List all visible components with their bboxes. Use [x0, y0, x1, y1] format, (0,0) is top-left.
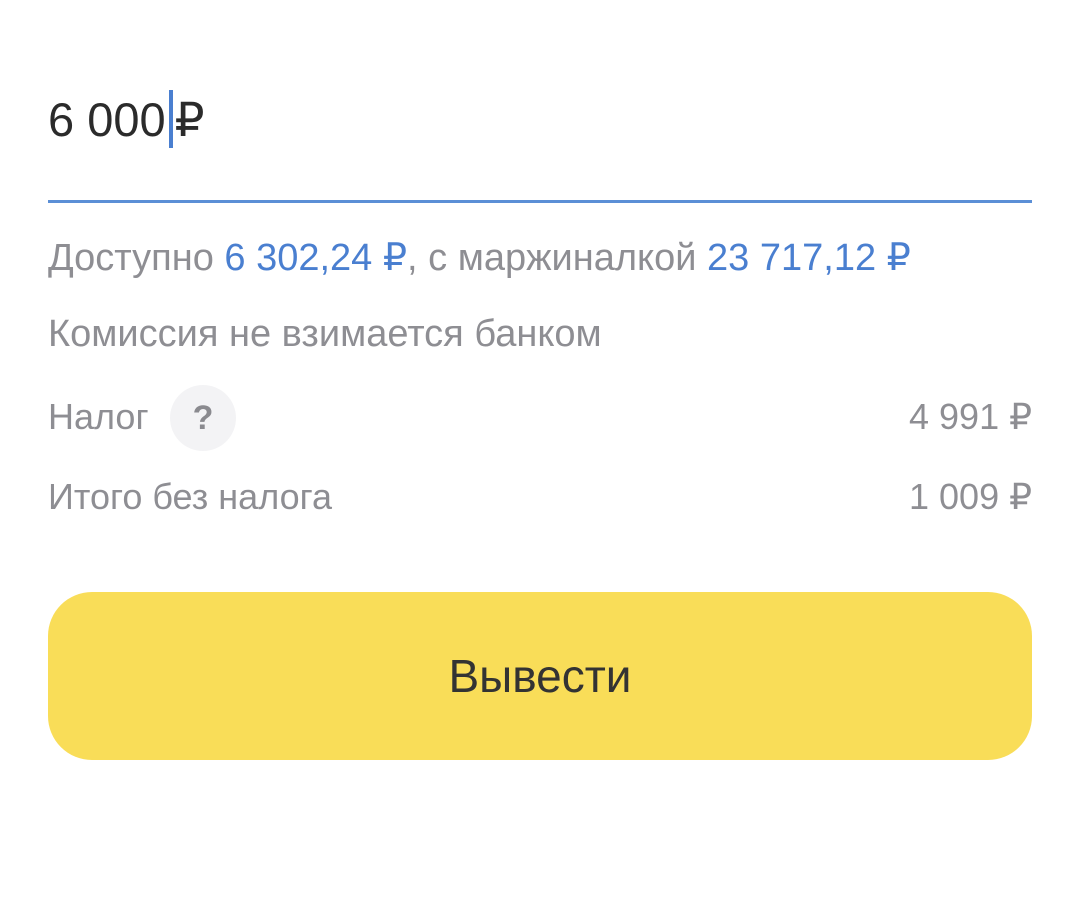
available-prefix: Доступно: [48, 237, 225, 279]
amount-number: 6 000: [48, 93, 166, 146]
total-value: 1 009 ₽: [909, 476, 1032, 517]
text-caret: [168, 90, 173, 148]
commission-text: Комиссия не взимается банком: [48, 313, 602, 355]
available-balance-line: Доступно 6 302,24 ₽, с маржиналкой 23 71…: [48, 234, 911, 282]
available-amount-link[interactable]: 6 302,24 ₽: [224, 237, 407, 279]
currency-symbol: ₽: [174, 93, 205, 146]
total-label: Итого без налога: [48, 476, 332, 517]
available-middle: , с маржиналкой: [407, 237, 708, 279]
tax-row: Налог ? 4 991 ₽: [48, 385, 1032, 451]
amount-input[interactable]: 6 000 ₽: [48, 70, 1032, 203]
withdraw-button[interactable]: Вывести: [48, 592, 1032, 760]
amount-value[interactable]: 6 000 ₽: [48, 88, 205, 152]
total-row: Итого без налога 1 009 ₽: [48, 465, 1032, 529]
margin-amount-link[interactable]: 23 717,12 ₽: [707, 237, 911, 279]
tax-value: 4 991 ₽: [909, 396, 1032, 437]
help-icon[interactable]: ?: [170, 385, 236, 451]
tax-label: Налог: [48, 396, 149, 437]
